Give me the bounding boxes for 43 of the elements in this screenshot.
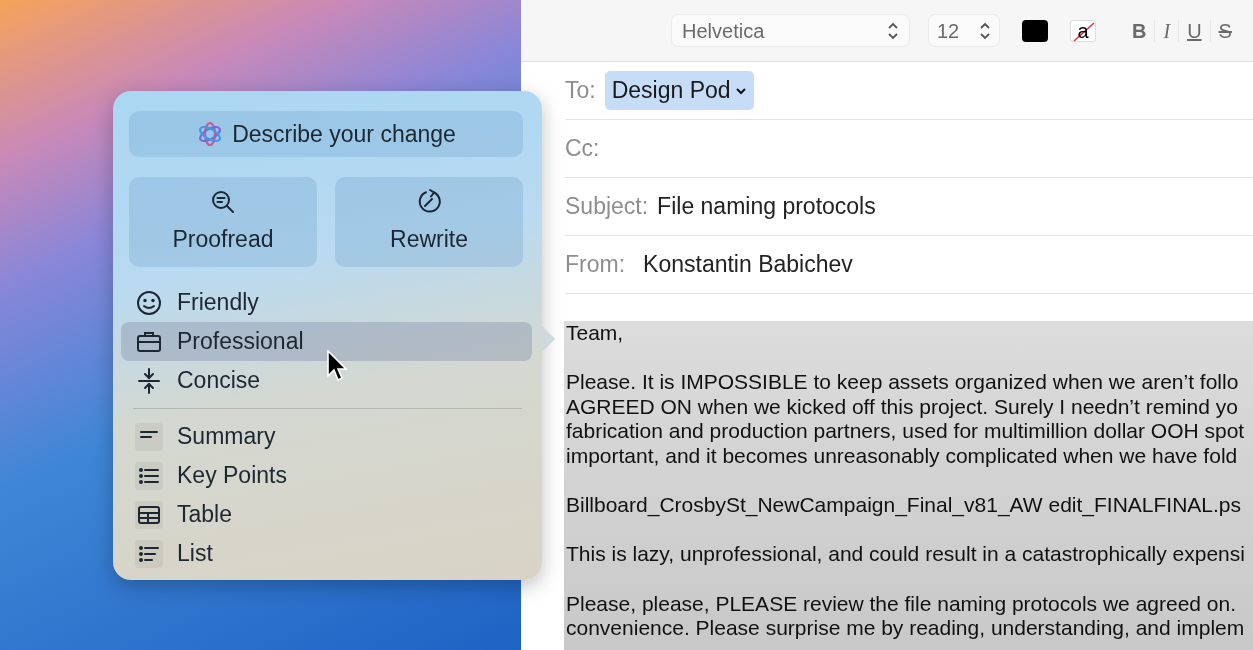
format-menu-item[interactable]: Key Points — [121, 456, 532, 495]
stepper-chevrons-icon — [979, 21, 991, 40]
text-color-swatch[interactable] — [1022, 19, 1048, 42]
format-menu-item[interactable]: List — [121, 534, 532, 573]
body-text-line: Please, please, PLEASE review the file naming protocols we agreed on. — [566, 591, 1237, 617]
tone-menu-item[interactable]: Professional — [121, 322, 532, 361]
tone-menu-item[interactable]: Friendly — [121, 283, 532, 322]
underline-button[interactable]: U — [1179, 19, 1211, 42]
stepper-chevrons-icon — [887, 21, 899, 40]
subject-label: Subject: — [565, 192, 649, 222]
proofread-button[interactable]: Proofread — [129, 177, 317, 267]
describe-change-button[interactable]: Describe your change — [129, 111, 523, 157]
body-text-line: Team, — [566, 321, 624, 346]
body-text-line: This is lazy, unprofessional, and could result in a catastrophically expensi — [566, 542, 1245, 567]
tone-menu-item[interactable]: Concise — [121, 361, 532, 400]
table-grid-icon — [135, 500, 163, 529]
subject-field[interactable]: File naming protocols — [657, 189, 876, 224]
rewrite-button[interactable]: Rewrite — [335, 177, 523, 267]
italic-button[interactable]: I — [1155, 19, 1180, 42]
body-text-line: fabrication and production partners, used for multimillion dollar OOH spot — [566, 419, 1245, 444]
chevron-down-icon — [734, 85, 747, 96]
bold-button[interactable]: B — [1124, 19, 1156, 42]
body-text-line: convenience. Please surprise me by reading, understanding, and implem — [566, 616, 1245, 641]
format-menu-item[interactable]: Table — [121, 495, 532, 534]
text-lines-icon — [135, 422, 163, 451]
strikethrough-button[interactable]: S — [1210, 19, 1240, 42]
font-selector[interactable]: Helvetica — [671, 14, 910, 47]
body-text-line: Billboard_CrosbySt_NewCampaign_Final_v81_AW edit_FINALFINAL.ps — [566, 493, 1242, 518]
bulleted-list-icon — [135, 461, 163, 490]
from-label: From: — [565, 250, 626, 280]
sender-field[interactable]: Konstantin Babichev — [643, 247, 853, 282]
format-menu-item[interactable]: Summary — [121, 417, 532, 456]
to-label: To: — [565, 76, 596, 106]
cc-label: Cc: — [565, 134, 600, 164]
body-text-line: AGREED ON when we kicked off this project. Surely I needn’t remind yo — [566, 394, 1238, 420]
mouse-pointer-icon — [326, 350, 348, 384]
font-size-selector[interactable]: 12 — [928, 14, 1000, 47]
body-text-line: important, and it becomes unreasonably complicated when we have fold — [566, 443, 1238, 469]
message-body[interactable] — [564, 321, 1253, 650]
body-text-line: Please. It is IMPOSSIBLE to keep assets organized when we aren’t follo — [566, 370, 1239, 395]
list-lines-icon — [135, 539, 163, 568]
recipient-token[interactable]: Design Pod — [604, 71, 754, 110]
smiley-icon — [135, 288, 163, 317]
